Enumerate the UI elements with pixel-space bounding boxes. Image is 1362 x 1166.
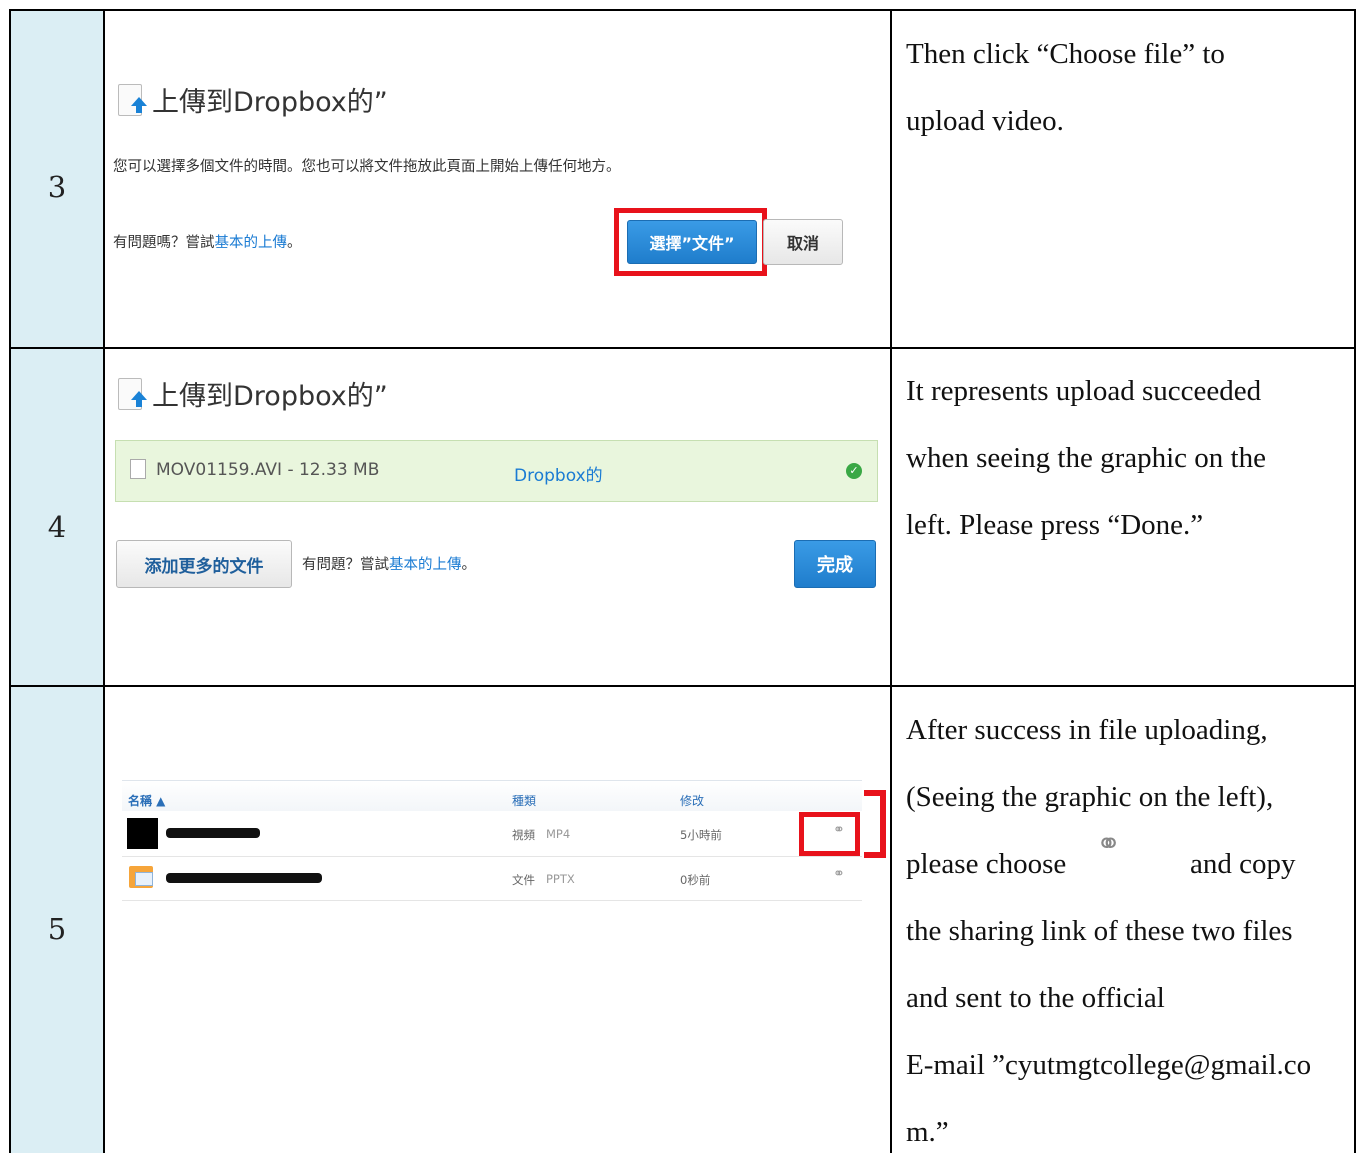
step-description: It represents upload succeeded when seei… xyxy=(906,358,1346,559)
description-line: Then click “Choose file” to xyxy=(906,38,1225,70)
description-line: and sent to the official xyxy=(906,982,1165,1014)
dialog-title-text: 上傳到Dropbox的” xyxy=(152,381,388,412)
file-doc-icon xyxy=(130,459,146,479)
description-line: please choose ⚭ and copy xyxy=(906,828,1346,898)
help-text: 有問題嗎？嘗試基本的上傳。 xyxy=(113,231,302,252)
dialog-message: 您可以選擇多個文件的時間。您也可以將文件拖放此頁面上開始上傳任何地方。 xyxy=(113,159,621,175)
description-line: m.” xyxy=(906,1116,949,1148)
table-border-top xyxy=(9,9,1356,11)
presentation-file-icon-inner xyxy=(135,872,153,886)
upload-file-icon xyxy=(118,83,147,116)
help-suffix: 。 xyxy=(287,235,302,251)
description-line: E-mail ”cyutmgtcollege@gmail.co xyxy=(906,1049,1312,1081)
dialog-title-text: 上傳到Dropbox的” xyxy=(152,87,388,118)
cancel-button[interactable]: 取消 xyxy=(763,219,843,265)
step-number: 5 xyxy=(47,912,67,946)
basic-upload-link[interactable]: 基本的上傳 xyxy=(389,557,462,573)
file-kind: 文件 xyxy=(512,873,535,887)
file-kind: 視頻 xyxy=(512,828,535,842)
video-thumbnail xyxy=(127,818,158,849)
description-line: (Seeing the graphic on the left), xyxy=(906,781,1274,813)
description-line: left. Please press “Done.” xyxy=(906,509,1204,541)
done-button[interactable]: 完成 xyxy=(794,540,876,588)
dialog-title: 上傳到Dropbox的” xyxy=(118,374,388,413)
basic-upload-link[interactable]: 基本的上傳 xyxy=(215,235,288,251)
step-description: Then click “Choose file” to upload video… xyxy=(906,21,1346,155)
column-header-modified[interactable]: 修改 xyxy=(680,792,704,809)
table-border-right xyxy=(1354,9,1356,1153)
column-header-name[interactable]: 名稱 ▲ xyxy=(128,792,165,809)
help-text: 有問題？嘗試基本的上傳。 xyxy=(302,553,476,574)
upload-destination[interactable]: Dropbox的 xyxy=(514,461,603,486)
table-border-col xyxy=(890,9,892,1153)
step-number: 4 xyxy=(47,510,67,544)
help-prefix: 有問題嗎？嘗試 xyxy=(113,235,215,251)
uploaded-file-name: MOV01159.AVI - 12.33 MB xyxy=(156,460,380,480)
description-line: It represents upload succeeded xyxy=(906,375,1262,407)
check-circle-icon: ✓ xyxy=(846,463,862,479)
file-modified: 5小時前 xyxy=(680,828,722,842)
description-line: upload video. xyxy=(906,105,1064,137)
paperclip-link-icon: ⚭ xyxy=(1096,828,1122,861)
redacted-filename xyxy=(166,828,260,838)
table-border-row xyxy=(9,347,1356,349)
description-line: After success in file uploading, xyxy=(906,714,1268,746)
add-more-files-button[interactable]: 添加更多的文件 xyxy=(116,540,292,588)
step-number: 3 xyxy=(47,170,67,204)
description-line: when seeing the graphic on the xyxy=(906,442,1266,474)
column-header-kind[interactable]: 種類 xyxy=(512,792,536,809)
description-fragment: and copy xyxy=(1190,848,1296,880)
file-list-header-bg xyxy=(122,780,862,811)
upload-file-icon xyxy=(118,377,147,410)
description-line: the sharing link of these two files xyxy=(906,915,1293,947)
paperclip-link-icon[interactable]: ⚭ xyxy=(833,866,845,882)
redacted-filename xyxy=(166,873,322,883)
highlight-bracket xyxy=(864,790,886,858)
highlight-box xyxy=(799,812,860,856)
choose-file-button[interactable]: 選擇”文件” xyxy=(627,220,757,264)
dialog-title: 上傳到Dropbox的” xyxy=(118,80,388,119)
file-modified: 0秒前 xyxy=(680,873,711,887)
file-ext: MP4 xyxy=(546,827,571,841)
table-border-row xyxy=(9,685,1356,687)
help-suffix: 。 xyxy=(461,557,477,573)
description-fragment: please choose xyxy=(906,848,1067,880)
help-prefix: 有問題？嘗試 xyxy=(302,557,389,573)
file-ext: PPTX xyxy=(546,872,575,886)
step-description: After success in file uploading, (Seeing… xyxy=(906,697,1346,1166)
